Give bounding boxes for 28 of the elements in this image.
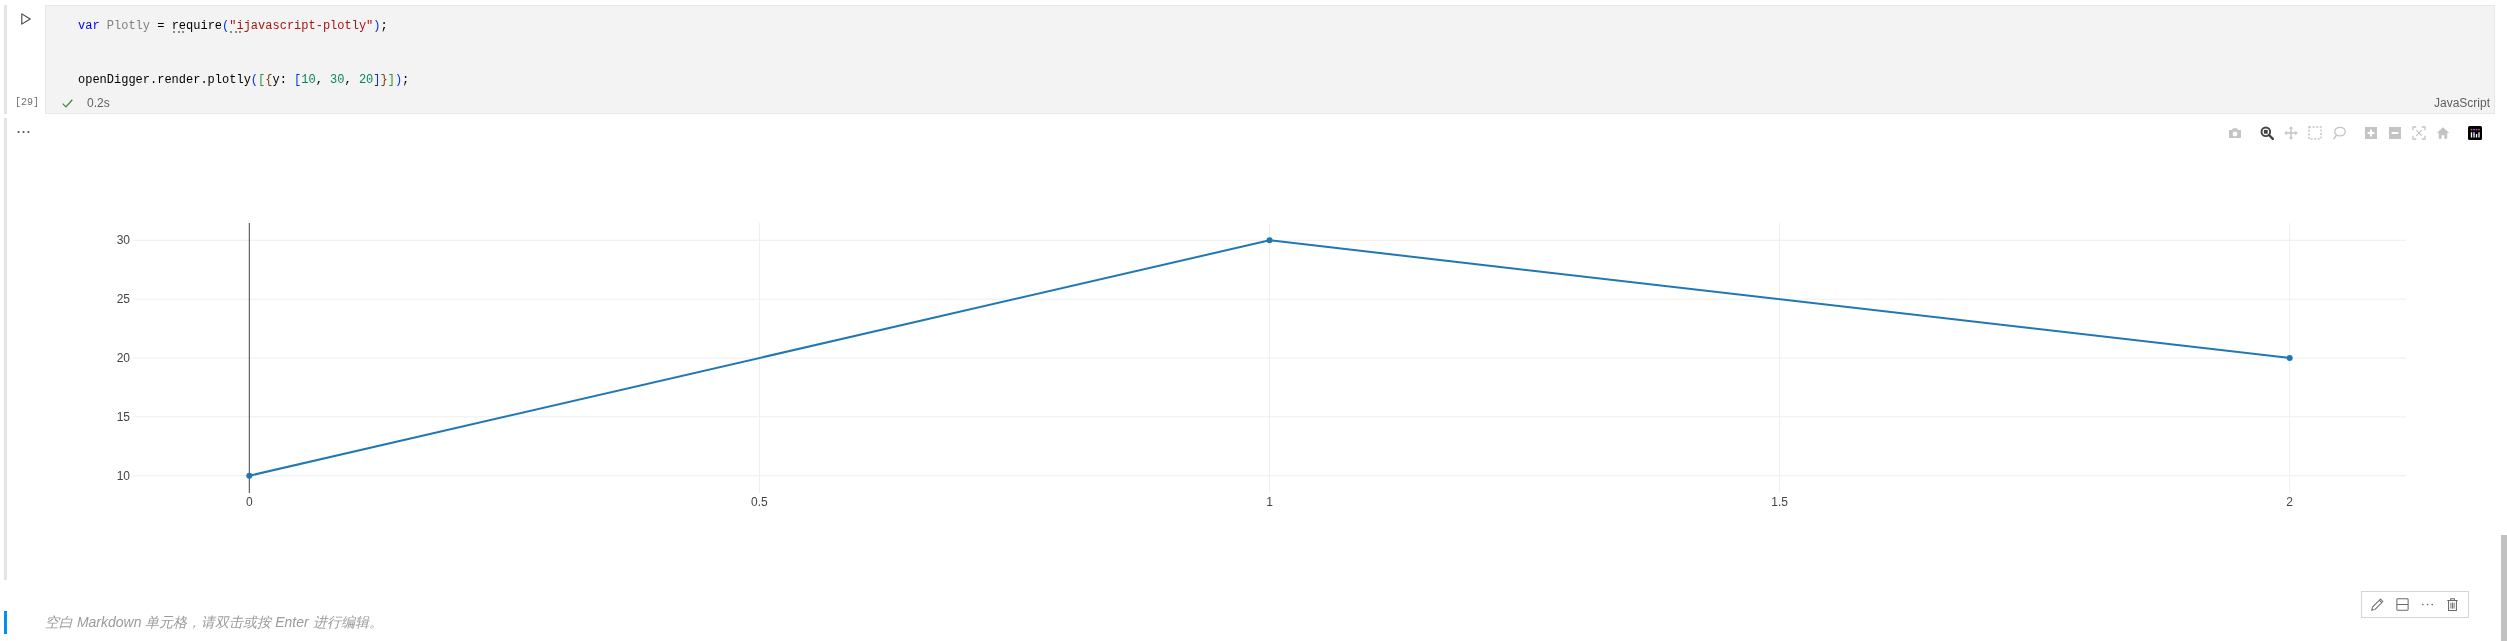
language-label[interactable]: JavaScript bbox=[2433, 96, 2490, 110]
data-point[interactable] bbox=[1266, 237, 1273, 244]
code-editor[interactable]: var Plotly = require("ijavascript-plotly"); openDigger.render.plotly([{y: [10, 30, 20]}]); 0.2s JavaScript bbox=[45, 5, 2495, 114]
scrollbar-thumb[interactable] bbox=[2501, 535, 2507, 641]
more-icon[interactable] bbox=[17, 130, 30, 134]
run-duration: 0.2s bbox=[87, 96, 110, 110]
x-tick-label: 2 bbox=[2286, 495, 2294, 509]
execution-count: [29] bbox=[15, 96, 39, 109]
x-tick-label: 0.5 bbox=[751, 495, 768, 509]
data-point[interactable] bbox=[2286, 355, 2293, 361]
x-tick-label: 1.5 bbox=[1771, 495, 1788, 509]
zoom-icon[interactable] bbox=[2260, 126, 2274, 140]
run-icon[interactable] bbox=[21, 13, 31, 25]
code-line: var Plotly = require("ijavascript-plotly"); bbox=[78, 18, 388, 35]
x-tick-label: 0 bbox=[245, 495, 253, 509]
y-tick-label: 20 bbox=[116, 351, 130, 365]
data-point[interactable] bbox=[246, 472, 253, 479]
y-tick-label: 25 bbox=[116, 292, 130, 307]
y-tick-label: 30 bbox=[116, 233, 130, 248]
pencil-icon[interactable] bbox=[2370, 597, 2385, 612]
trash-icon[interactable] bbox=[2445, 597, 2460, 612]
x-tick-label: 1 bbox=[1266, 495, 1273, 509]
split-icon[interactable] bbox=[2395, 597, 2410, 612]
chart-logo-icon[interactable] bbox=[2468, 126, 2482, 140]
y-tick-label: 10 bbox=[116, 468, 130, 483]
y-tick-label: 15 bbox=[116, 409, 130, 424]
code-line: openDigger.render.plotly([{y: [10, 30, 20]}]); bbox=[78, 72, 410, 89]
empty-markdown-hint[interactable]: 空白 Markdown 单元格，请双击或按 Enter 进行编辑。 bbox=[45, 611, 383, 634]
